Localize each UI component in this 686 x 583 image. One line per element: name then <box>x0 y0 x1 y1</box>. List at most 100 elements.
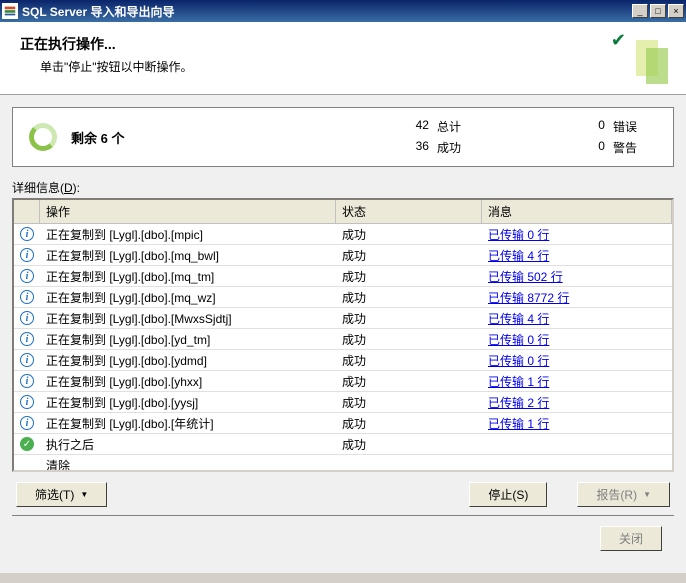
col-status[interactable]: 状态 <box>336 200 482 223</box>
cell-operation: 正在复制到 [Lygl].[dbo].[yd_tm] <box>40 331 336 348</box>
col-operation[interactable]: 操作 <box>40 200 336 223</box>
table-row[interactable]: i 正在复制到 [Lygl].[dbo].[mq_bwl]成功已传输 4 行 <box>14 245 672 266</box>
cell-message: 已传输 0 行 <box>482 226 672 243</box>
cell-operation: 正在复制到 [Lygl].[dbo].[yhxx] <box>40 373 336 390</box>
table-row[interactable]: i 正在复制到 [Lygl].[dbo].[MwxsSjdtj]成功已传输 4 行 <box>14 308 672 329</box>
details-table: 操作 状态 消息 i正在复制到 [Lygl].[dbo].[mpic]成功已传输… <box>12 198 674 472</box>
table-row[interactable]: i 正在复制到 [Lygl].[dbo].[mq_tm]成功已传输 502 行 <box>14 266 672 287</box>
info-icon: i <box>20 416 34 430</box>
message-link[interactable]: 已传输 1 行 <box>488 417 549 431</box>
button-row: 筛选(T)▼ 停止(S) 报告(R)▼ <box>12 482 674 507</box>
table-header: 操作 状态 消息 <box>14 200 672 224</box>
info-icon: i <box>20 395 34 409</box>
page-title: 正在执行操作... <box>20 34 666 54</box>
message-link[interactable]: 已传输 4 行 <box>488 249 549 263</box>
cell-operation: 正在复制到 [Lygl].[dbo].[MwxsSjdtj] <box>40 310 336 327</box>
report-button: 报告(R)▼ <box>577 482 670 507</box>
close-dialog-button: 关闭 <box>600 526 662 551</box>
info-icon: i <box>20 227 34 241</box>
window-title: SQL Server 导入和导出向导 <box>22 3 632 20</box>
cell-operation: 清除 <box>40 457 336 473</box>
cell-message: 已传输 0 行 <box>482 352 672 369</box>
stat-error: 0错误 <box>581 118 637 135</box>
cell-operation: 正在复制到 [Lygl].[dbo].[mq_wz] <box>40 289 336 306</box>
stats-grid: 42总计 0错误 36成功 0警告 <box>405 118 637 156</box>
table-row[interactable]: i 正在复制到 [Lygl].[dbo].[年统计]成功已传输 1 行 <box>14 413 672 434</box>
cell-status: 成功 <box>336 436 482 453</box>
table-row[interactable]: i 正在复制到 [Lygl].[dbo].[yysj]成功已传输 2 行 <box>14 392 672 413</box>
info-icon: i <box>20 290 34 304</box>
cell-message: 已传输 502 行 <box>482 268 672 285</box>
table-row[interactable]: i 正在复制到 [Lygl].[dbo].[mpic]成功已传输 0 行 <box>14 224 672 245</box>
message-link[interactable]: 已传输 0 行 <box>488 333 549 347</box>
info-icon: i <box>20 374 34 388</box>
table-row[interactable]: ✓执行之后成功 <box>14 434 672 455</box>
col-icon[interactable] <box>14 200 40 223</box>
chevron-down-icon: ▼ <box>643 490 651 499</box>
cell-status: 成功 <box>336 310 482 327</box>
message-link[interactable]: 已传输 0 行 <box>488 228 549 242</box>
cell-status: 成功 <box>336 394 482 411</box>
message-link[interactable]: 已传输 8772 行 <box>488 291 569 305</box>
content-area: 剩余 6 个 42总计 0错误 36成功 0警告 详细信息(D): 操作 状态 … <box>0 94 686 573</box>
cell-message: 已传输 0 行 <box>482 331 672 348</box>
stat-total: 42总计 <box>405 118 461 135</box>
stat-warn: 0警告 <box>581 139 637 156</box>
info-icon: i <box>20 248 34 262</box>
cell-status: 成功 <box>336 247 482 264</box>
message-link[interactable]: 已传输 4 行 <box>488 312 549 326</box>
table-row[interactable]: i 正在复制到 [Lygl].[dbo].[mq_wz]成功已传输 8772 行 <box>14 287 672 308</box>
info-icon: i <box>20 332 34 346</box>
cell-status: 成功 <box>336 289 482 306</box>
chevron-down-icon: ▼ <box>80 490 88 499</box>
table-row[interactable]: i 正在复制到 [Lygl].[dbo].[ydmd]成功已传输 0 行 <box>14 350 672 371</box>
info-icon: i <box>20 269 34 283</box>
wizard-graphic <box>616 28 676 88</box>
message-link[interactable]: 已传输 1 行 <box>488 375 549 389</box>
cell-status: 成功 <box>336 352 482 369</box>
message-link[interactable]: 已传输 2 行 <box>488 396 549 410</box>
titlebar[interactable]: SQL Server 导入和导出向导 _ □ × <box>0 0 686 22</box>
footer: 关闭 <box>12 515 674 561</box>
cell-operation: 执行之后 <box>40 436 336 453</box>
message-link[interactable]: 已传输 0 行 <box>488 354 549 368</box>
wizard-header: 正在执行操作... 单击"停止"按钮以中断操作。 ✔ <box>0 22 686 94</box>
cell-status: 成功 <box>336 226 482 243</box>
table-body: i正在复制到 [Lygl].[dbo].[mpic]成功已传输 0 行i正在复制… <box>14 224 672 472</box>
cell-message: 已传输 4 行 <box>482 310 672 327</box>
info-icon: i <box>20 353 34 367</box>
cell-operation: 正在复制到 [Lygl].[dbo].[mq_tm] <box>40 268 336 285</box>
cell-operation: 正在复制到 [Lygl].[dbo].[mq_bwl] <box>40 247 336 264</box>
table-row[interactable]: i 正在复制到 [Lygl].[dbo].[yd_tm]成功已传输 0 行 <box>14 329 672 350</box>
cell-operation: 正在复制到 [Lygl].[dbo].[年统计] <box>40 415 336 432</box>
spinner-icon <box>29 123 57 151</box>
cell-message: 已传输 1 行 <box>482 415 672 432</box>
cell-operation: 正在复制到 [Lygl].[dbo].[mpic] <box>40 226 336 243</box>
info-icon: i <box>20 311 34 325</box>
page-subtitle: 单击"停止"按钮以中断操作。 <box>40 58 666 75</box>
close-button[interactable]: × <box>668 4 684 18</box>
minimize-button[interactable]: _ <box>632 4 648 18</box>
col-message[interactable]: 消息 <box>482 200 672 223</box>
cell-status: 成功 <box>336 415 482 432</box>
cell-status: 成功 <box>336 331 482 348</box>
cell-message: 已传输 1 行 <box>482 373 672 390</box>
stat-success: 36成功 <box>405 139 461 156</box>
cell-message: 已传输 2 行 <box>482 394 672 411</box>
table-row[interactable]: i 正在复制到 [Lygl].[dbo].[yhxx]成功已传输 1 行 <box>14 371 672 392</box>
cell-operation: 正在复制到 [Lygl].[dbo].[ydmd] <box>40 352 336 369</box>
filter-button[interactable]: 筛选(T)▼ <box>16 482 107 507</box>
cell-operation: 正在复制到 [Lygl].[dbo].[yysj] <box>40 394 336 411</box>
message-link[interactable]: 已传输 502 行 <box>488 270 563 284</box>
details-label: 详细信息(D): <box>12 179 674 196</box>
stop-button[interactable]: 停止(S) <box>469 482 547 507</box>
remaining-label: 剩余 6 个 <box>71 128 271 147</box>
cell-message: 已传输 4 行 <box>482 247 672 264</box>
summary-box: 剩余 6 个 42总计 0错误 36成功 0警告 <box>12 107 674 167</box>
maximize-button[interactable]: □ <box>650 4 666 18</box>
table-row[interactable]: 清除 <box>14 455 672 472</box>
cell-message: 已传输 8772 行 <box>482 289 672 306</box>
cell-status: 成功 <box>336 373 482 390</box>
app-icon <box>2 3 18 19</box>
cell-status: 成功 <box>336 268 482 285</box>
